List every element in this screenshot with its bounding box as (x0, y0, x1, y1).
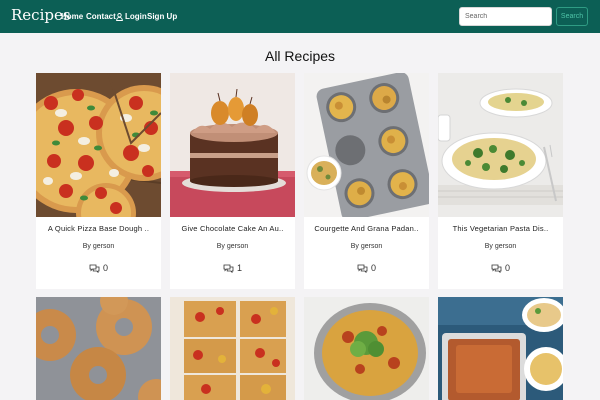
comments-count[interactable]: 0 (438, 263, 563, 273)
comments-count[interactable]: 0 (36, 263, 161, 273)
comments-count-value: 0 (102, 263, 108, 273)
recipe-author: By gerson (82, 243, 115, 250)
nav-contact-link[interactable]: Contact (86, 12, 116, 21)
search-button[interactable]: Search (556, 7, 588, 26)
recipe-card[interactable]: This Vegetarian Pasta Dis.. By gerson 0 (438, 73, 563, 289)
recipe-author: By gerson (216, 243, 249, 250)
nav-home-link[interactable]: Home (61, 12, 83, 21)
recipe-image-muffins[interactable] (304, 73, 429, 217)
comments-count-value: 1 (236, 263, 242, 273)
nav-login-label: Login (125, 12, 147, 21)
recipe-image-pizza[interactable] (36, 73, 161, 217)
comments-count-value: 0 (370, 263, 376, 273)
search-input[interactable] (459, 7, 552, 26)
nav-signup-link[interactable]: Sign Up (147, 12, 177, 21)
recipe-image-cake[interactable] (170, 73, 295, 217)
recipe-image-pasta[interactable] (438, 73, 563, 217)
recipe-title[interactable]: Give Chocolate Cake An Au.. (176, 224, 289, 233)
recipe-card[interactable]: A Quick Pizza Base Dough .. By gerson 0 (36, 73, 161, 289)
recipe-title[interactable]: Courgette And Grana Padan.. (310, 224, 423, 233)
recipe-image-salmon[interactable] (438, 297, 563, 400)
recipe-title[interactable]: A Quick Pizza Base Dough .. (42, 224, 155, 233)
recipe-image-tart[interactable] (170, 297, 295, 400)
recipe-author: By gerson (350, 243, 383, 250)
comments-icon (89, 264, 100, 273)
comments-icon (491, 264, 502, 273)
navbar: Recipes Home Contact Login Sign Up Searc… (0, 0, 600, 33)
recipe-title[interactable]: This Vegetarian Pasta Dis.. (444, 224, 557, 233)
comments-count-value: 0 (504, 263, 510, 273)
comments-icon (223, 264, 234, 273)
comments-count[interactable]: 0 (304, 263, 429, 273)
recipe-card[interactable]: Give Chocolate Cake An Au.. By gerson 1 (170, 73, 295, 289)
user-icon (116, 12, 123, 21)
comments-icon (357, 264, 368, 273)
recipe-author: By gerson (484, 243, 517, 250)
recipe-image-bagels[interactable] (36, 297, 161, 400)
recipe-image-frittata[interactable] (304, 297, 429, 400)
recipe-card[interactable]: Courgette And Grana Padan.. By gerson 0 (304, 73, 429, 289)
page-title: All Recipes (264, 48, 336, 64)
nav-login-link[interactable]: Login (116, 12, 147, 21)
comments-count[interactable]: 1 (170, 263, 295, 273)
